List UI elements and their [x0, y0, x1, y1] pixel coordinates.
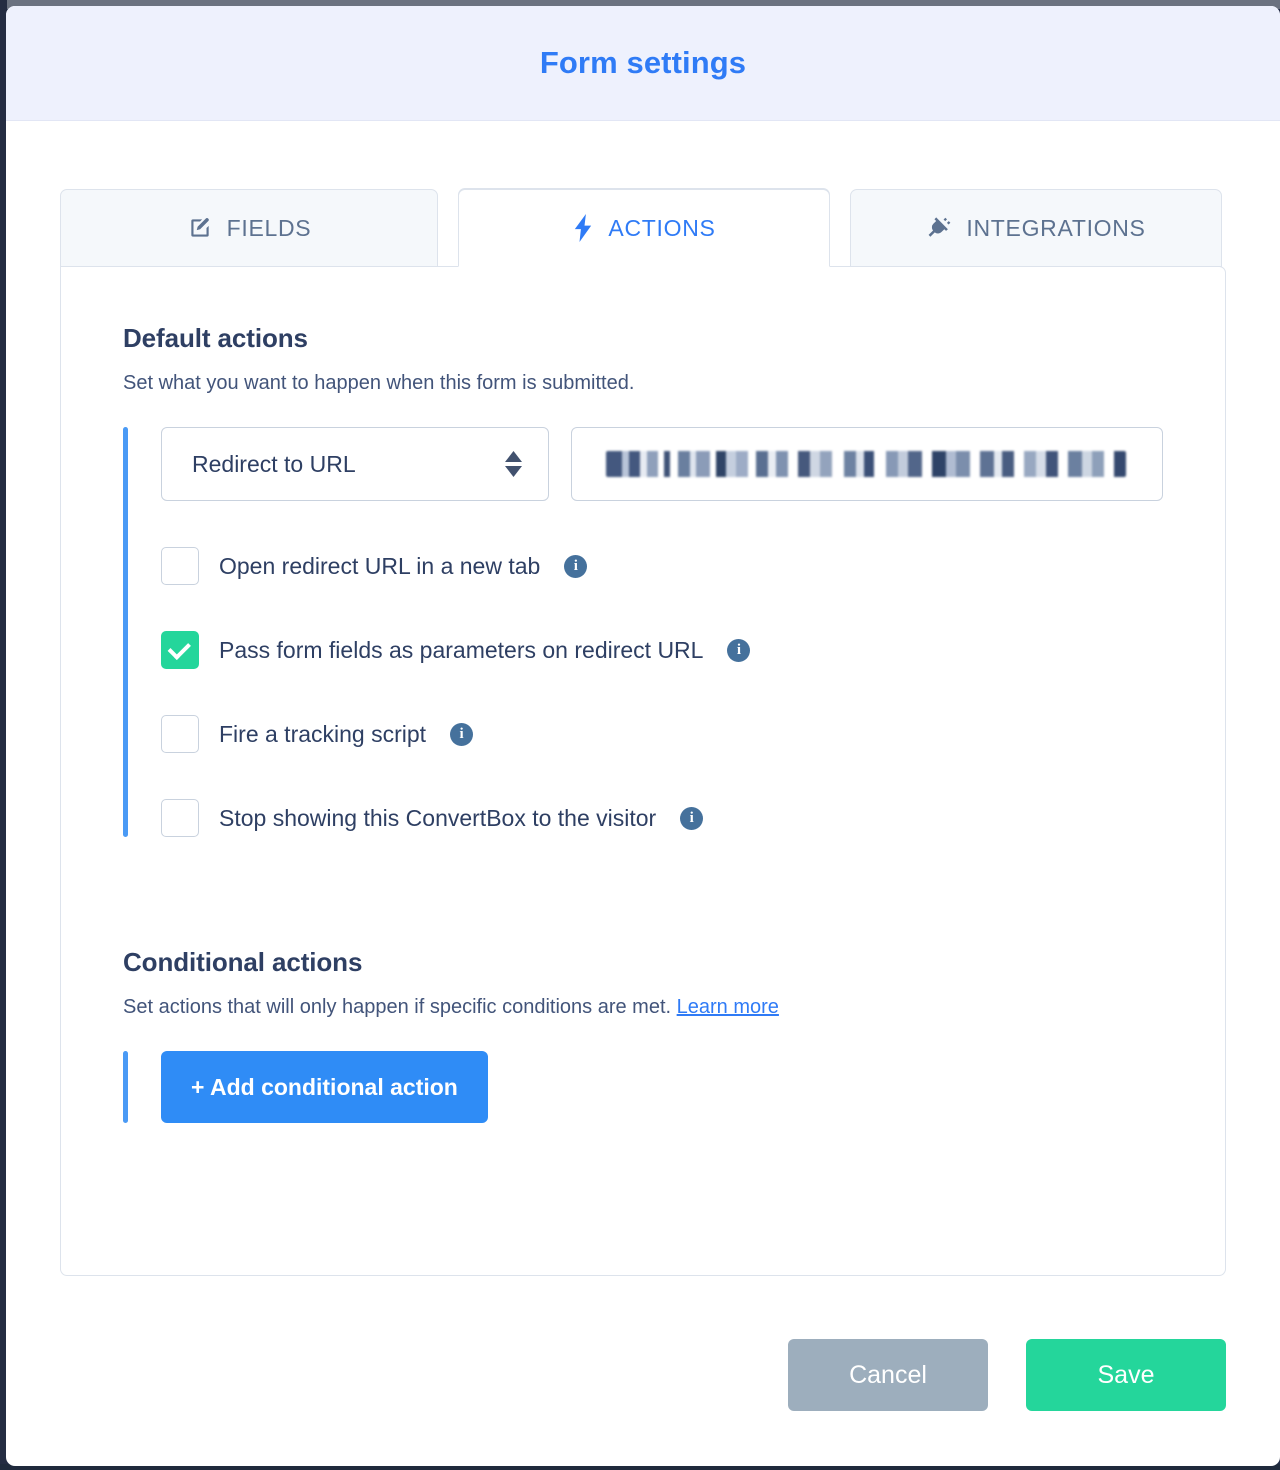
- tab-fields[interactable]: FIELDS: [60, 189, 438, 267]
- conditional-actions-description-text: Set actions that will only happen if spe…: [123, 996, 672, 1018]
- checkbox-open-redirect-new-tab[interactable]: [161, 547, 199, 585]
- checkbox-row-pass-form-fields: Pass form fields as parameters on redire…: [161, 631, 1163, 669]
- checkbox-pass-form-fields-label: Pass form fields as parameters on redire…: [219, 636, 704, 663]
- plug-icon: [926, 215, 952, 241]
- conditional-actions-description: Set actions that will only happen if spe…: [123, 996, 1163, 1019]
- conditional-actions-group: + Add conditional action: [123, 1051, 1163, 1123]
- action-type-select-wrap: Redirect to URL: [161, 427, 549, 501]
- tab-actions-label: ACTIONS: [608, 214, 716, 241]
- checkbox-stop-showing-convertbox-label: Stop showing this ConvertBox to the visi…: [219, 804, 657, 831]
- default-actions-heading: Default actions: [123, 323, 308, 353]
- learn-more-link[interactable]: Learn more: [677, 996, 779, 1018]
- action-type-select[interactable]: Redirect to URL: [161, 427, 549, 501]
- default-actions-group: Redirect to URL Open redirect URL in a n…: [123, 427, 1163, 837]
- lightning-bolt-icon: [572, 214, 594, 242]
- info-icon-pass-form-fields[interactable]: i: [727, 638, 751, 662]
- action-type-select-value: Redirect to URL: [192, 450, 356, 477]
- tab-actions[interactable]: ACTIONS: [458, 189, 830, 267]
- form-settings-modal: Form settings FIELDS ACTIONS INTEGRATION…: [6, 6, 1280, 1466]
- tab-bar: FIELDS ACTIONS INTEGRATIONS: [60, 189, 1226, 267]
- edit-square-icon: [187, 215, 213, 241]
- accent-rail-default: [123, 427, 128, 837]
- checkbox-row-stop-showing: Stop showing this ConvertBox to the visi…: [161, 799, 1163, 837]
- accent-rail-conditional: [123, 1051, 128, 1123]
- page-title: Form settings: [539, 45, 747, 80]
- tab-panel-actions: Default actions Set what you want to hap…: [60, 266, 1226, 1276]
- modal-footer: Cancel Save: [6, 1310, 1280, 1466]
- checkbox-row-open-new-tab: Open redirect URL in a new tab i: [161, 547, 1163, 585]
- save-button[interactable]: Save: [1026, 1339, 1226, 1411]
- info-icon-fire-tracking-script[interactable]: i: [450, 722, 474, 746]
- checkbox-stop-showing-convertbox[interactable]: [161, 799, 199, 837]
- modal-body: FIELDS ACTIONS INTEGRATIONS Default acti…: [6, 121, 1280, 1310]
- redirect-url-input[interactable]: [571, 427, 1163, 501]
- stepper-arrows-icon: [505, 451, 522, 477]
- modal-header: Form settings: [6, 6, 1280, 121]
- tab-fields-label: FIELDS: [226, 214, 312, 241]
- tab-integrations[interactable]: INTEGRATIONS: [850, 189, 1222, 267]
- add-conditional-action-button[interactable]: + Add conditional action: [161, 1051, 488, 1123]
- checkbox-fire-tracking-script-label: Fire a tracking script: [219, 720, 427, 747]
- cancel-button[interactable]: Cancel: [788, 1339, 988, 1411]
- tab-integrations-label: INTEGRATIONS: [966, 214, 1146, 241]
- checkbox-open-redirect-new-tab-label: Open redirect URL in a new tab: [219, 552, 541, 579]
- action-row: Redirect to URL: [161, 427, 1163, 501]
- conditional-actions-heading: Conditional actions: [123, 947, 363, 977]
- default-actions-description: Set what you want to happen when this fo…: [123, 372, 635, 394]
- checkbox-row-fire-tracking-script: Fire a tracking script i: [161, 715, 1163, 753]
- redacted-url-value: [606, 451, 1126, 477]
- checkbox-pass-form-fields[interactable]: [161, 631, 199, 669]
- info-icon-open-redirect-new-tab[interactable]: i: [564, 554, 588, 578]
- info-icon-stop-showing-convertbox[interactable]: i: [680, 806, 704, 830]
- conditional-actions-block: Conditional actions Set actions that wil…: [123, 947, 1163, 1123]
- checkbox-fire-tracking-script[interactable]: [161, 715, 199, 753]
